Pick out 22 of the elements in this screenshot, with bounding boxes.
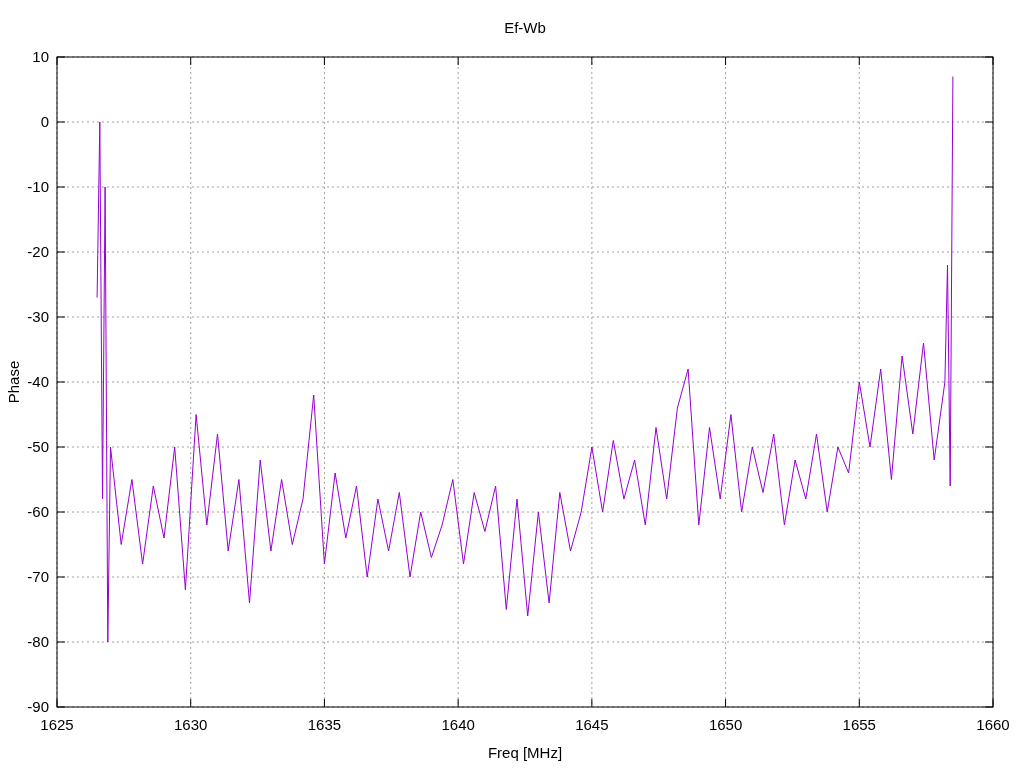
y-tick-label: -60 <box>27 503 49 520</box>
x-axis-label: Freq [MHz] <box>487 744 563 761</box>
x-tick-label: 1660 <box>976 716 1010 733</box>
y-axis-label: Phase <box>5 360 22 404</box>
x-tick-label: 1655 <box>842 716 876 733</box>
y-tick-label: 0 <box>40 113 49 130</box>
x-tick-label: 1640 <box>441 716 475 733</box>
x-tick-label: 1650 <box>708 716 743 733</box>
y-tick-label: -80 <box>27 633 49 650</box>
y-tick-label: 10 <box>32 48 49 65</box>
x-tick-label: 1635 <box>307 716 342 733</box>
chart-title: Ef-Wb <box>504 19 546 36</box>
y-tick-label: -70 <box>27 568 49 585</box>
x-tick-label: 1630 <box>174 716 208 733</box>
y-tick-label: -90 <box>27 698 49 715</box>
y-tick-label: -10 <box>27 178 49 195</box>
y-tick-label: -30 <box>27 308 49 325</box>
y-tick-label: -50 <box>27 438 49 455</box>
x-tick-label: 1625 <box>40 716 74 733</box>
y-tick-label: -20 <box>27 243 49 260</box>
x-tick-label: 1645 <box>575 716 609 733</box>
y-tick-label: -40 <box>27 373 49 390</box>
